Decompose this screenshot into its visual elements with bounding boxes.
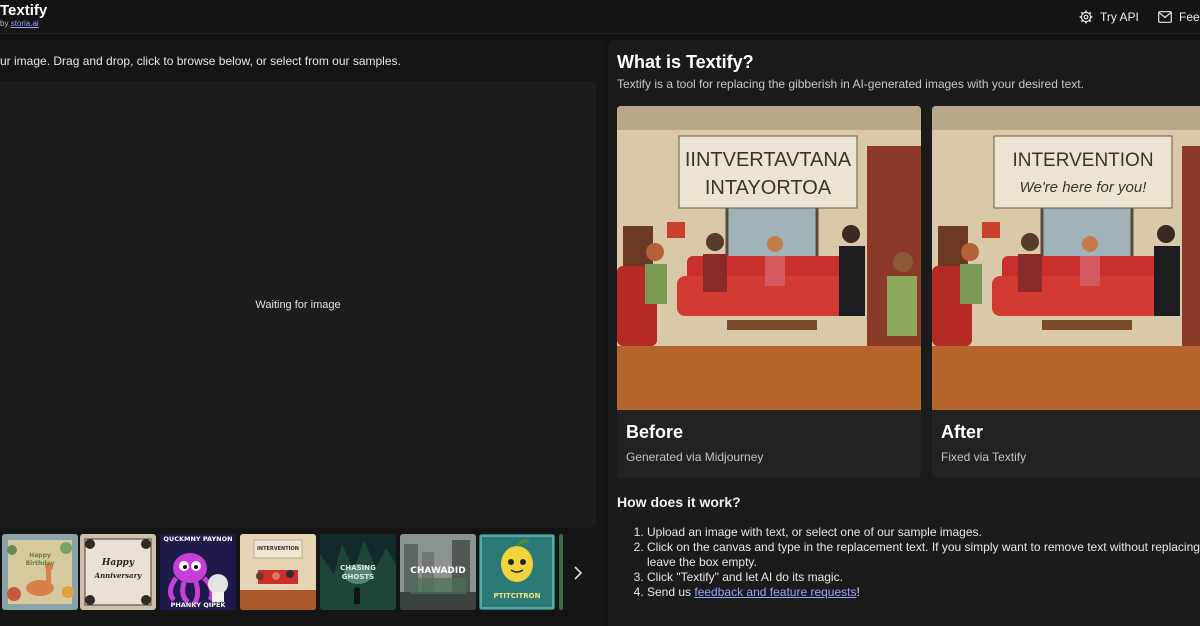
ghosts-top-text: CHASING [340, 564, 376, 572]
before-subtitle: Generated via Midjourney [626, 450, 764, 464]
step-4: Send us feedback and feature requests! [647, 585, 1200, 600]
ghost-poster-image [320, 534, 396, 610]
anniversary-bottom-text: Anniversary [94, 571, 142, 580]
brand[interactable]: Textify by storia.ai [0, 2, 47, 28]
sample-ghosts[interactable]: CHASING GHOSTS [320, 534, 396, 610]
try-api-button[interactable]: Try API [1079, 0, 1139, 34]
image-canvas[interactable]: Waiting for image [0, 81, 596, 528]
sample-birthday[interactable]: Happy Birthday [2, 534, 78, 610]
try-api-label: Try API [1100, 10, 1139, 24]
birthday-card-image [2, 534, 78, 610]
birthday-bottom-text: Birthday [25, 560, 55, 567]
info-panel: What is Textify? Textify is a tool for r… [608, 40, 1200, 626]
sample-gallery: Happy Birthday Happy Anniversary QUCKMNY… [0, 534, 604, 612]
top-header: Textify by storia.ai Try API Feedback [0, 0, 1200, 34]
how-it-works-title: How does it work? [617, 494, 741, 510]
step-2-line2: leave the box empty. [647, 555, 757, 569]
step-1: Upload an image with text, or select one… [647, 525, 1200, 540]
what-is-description: Textify is a tool for replacing the gibb… [617, 77, 1084, 91]
byline-prefix: by [0, 19, 9, 28]
sample-octopus[interactable]: QUCKMNY PAYNON PHANKY QIPEK [160, 534, 236, 610]
how-it-works-steps: Upload an image with text, or select one… [647, 525, 1200, 600]
gear-icon [1079, 10, 1093, 24]
sample-lemon[interactable]: PTITCITRON [479, 534, 555, 610]
after-subtitle: Fixed via Textify [941, 450, 1027, 464]
birthday-top-text: Happy [29, 552, 51, 559]
feedback-button[interactable]: Feedback [1158, 0, 1200, 34]
feedback-link[interactable]: feedback and feature requests [694, 585, 856, 599]
step-2-line1: Click on the canvas and type in the repl… [647, 540, 1200, 554]
mail-icon [1158, 11, 1172, 23]
ghosts-bottom-text: GHOSTS [341, 573, 375, 581]
lemon-thumb-text: PTITCITRON [493, 592, 541, 600]
step-2: Click on the canvas and type in the repl… [647, 540, 1200, 570]
sample-partial[interactable] [559, 534, 563, 610]
city-thumb-text: CHAWADID [410, 566, 466, 576]
before-card: IINTVERTAVTANA INTAYORTOA Before Generat… [617, 106, 921, 478]
what-is-title: What is Textify? [617, 52, 754, 72]
canvas-placeholder: Waiting for image [255, 298, 341, 311]
step-4-prefix: Send us [647, 585, 695, 599]
gallery-next-button[interactable] [565, 556, 591, 590]
sample-anniversary[interactable]: Happy Anniversary [80, 534, 156, 610]
after-title: After [941, 422, 984, 442]
before-title: Before [626, 422, 684, 442]
after-card: INTERVENTION We're here for you! After F… [932, 106, 1200, 478]
octopus-bottom-text: PHANKY QIPEK [170, 601, 226, 609]
intervention-thumb-text: INTERVENTION [257, 546, 299, 552]
octopus-top-text: QUCKMNY PAYNON [163, 535, 233, 543]
after-banner-line2: We're here for you! [1020, 179, 1148, 196]
after-banner-line1: INTERVENTION [1012, 150, 1153, 171]
app-title: Textify [0, 2, 48, 19]
before-banner-line2: INTAYORTOA [705, 177, 832, 199]
chevron-right-icon [574, 566, 583, 580]
sample-intervention[interactable]: INTERVENTION [240, 534, 316, 610]
feedback-label: Feedback [1179, 10, 1200, 24]
brand-byline: by storia.ai [0, 19, 47, 28]
sample-city[interactable]: CHAWADID [400, 534, 476, 610]
before-banner-line1: IINTVERTAVTANA [685, 149, 852, 171]
octopus-poster-image [160, 534, 236, 610]
after-image: INTERVENTION We're here for you! [932, 106, 1200, 410]
step-4-suffix: ! [856, 585, 860, 599]
storia-link[interactable]: storia.ai [11, 19, 39, 28]
upload-panel: ur image. Drag and drop, click to browse… [0, 40, 604, 626]
anniversary-top-text: Happy [101, 558, 135, 568]
upload-instructions: ur image. Drag and drop, click to browse… [0, 54, 401, 68]
before-image: IINTVERTAVTANA INTAYORTOA [617, 106, 921, 410]
step-3: Click "Textify" and let AI do its magic. [647, 570, 1200, 585]
